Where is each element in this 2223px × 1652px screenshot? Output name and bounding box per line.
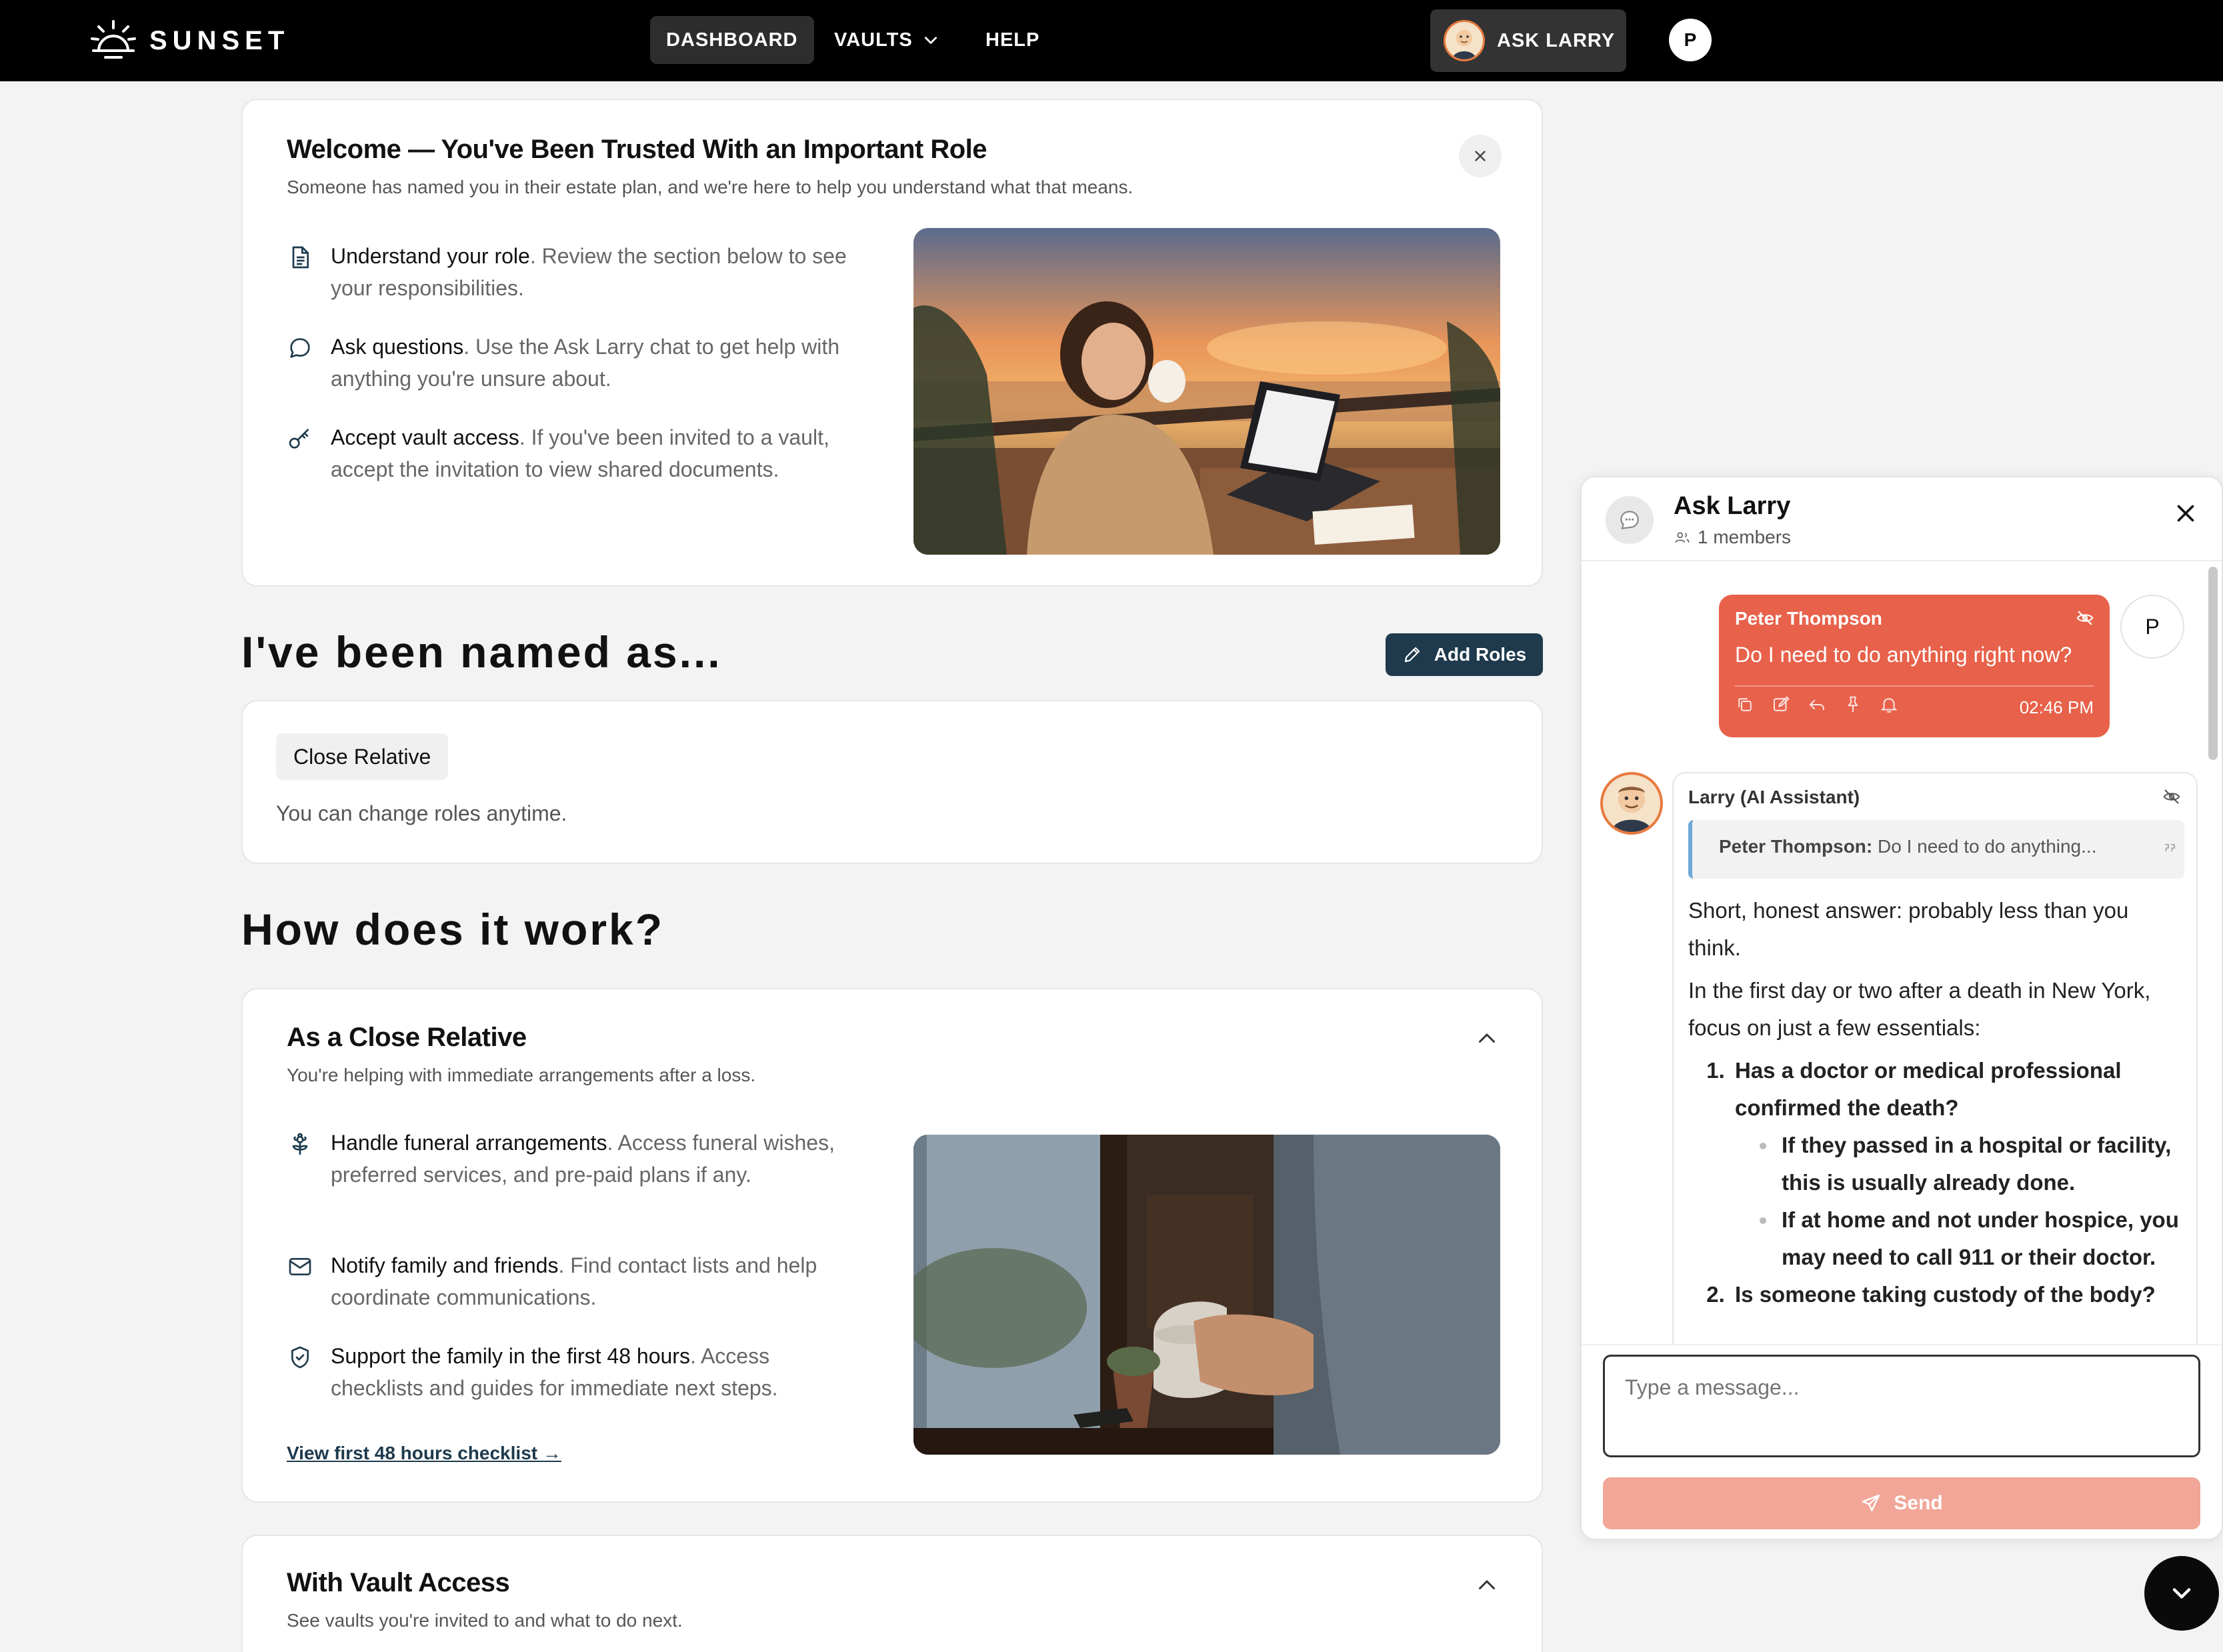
chat-header: Ask Larry 1 members xyxy=(1582,477,2222,561)
chat-scrollbar[interactable] xyxy=(2208,567,2218,760)
roles-note: You can change roles anytime. xyxy=(276,801,567,825)
key-icon xyxy=(289,429,309,449)
send-label: Send xyxy=(1894,1492,1943,1514)
relative-item-funeral: Handle funeral arrangements. Access fune… xyxy=(287,1127,860,1191)
vault-access-title: With Vault Access xyxy=(287,1568,510,1597)
relative-item-support: Support the family in the first 48 hours… xyxy=(287,1340,860,1404)
close-relative-title: As a Close Relative xyxy=(287,1023,527,1052)
welcome-photo-woman-laptop-sunset xyxy=(913,228,1500,555)
named-as-heading: I've been named as... xyxy=(241,627,722,677)
add-roles-label: Add Roles xyxy=(1434,644,1527,665)
eye-off-icon[interactable] xyxy=(2075,608,2095,628)
larry-avatar-icon xyxy=(1600,772,1663,835)
chat-members-count[interactable]: 1 members xyxy=(1674,527,1791,548)
document-icon xyxy=(292,246,309,269)
nav-vaults[interactable]: VAULTS xyxy=(818,16,955,64)
chevron-up-icon[interactable] xyxy=(1475,1027,1499,1051)
larry-avatar-icon xyxy=(1444,20,1485,61)
close-chat-icon[interactable] xyxy=(2174,501,2198,525)
close-welcome-button[interactable] xyxy=(1459,135,1502,177)
roles-card: Close Relative You can change roles anyt… xyxy=(241,700,1543,864)
collapse-chat-button[interactable] xyxy=(2144,1556,2219,1631)
pencil-icon xyxy=(1404,647,1420,663)
relative-item-text: Support the family in the first 48 hours… xyxy=(331,1344,778,1400)
flower-icon xyxy=(292,1133,308,1155)
chat-bubble-icon xyxy=(290,338,310,358)
sun-logo-icon xyxy=(91,20,136,59)
message-author: Larry (AI Assistant) xyxy=(1688,787,1860,807)
message-divider xyxy=(1735,685,2094,687)
chat-group-icon xyxy=(1606,496,1654,544)
first-48-hours-checklist-link[interactable]: View first 48 hours checklist → xyxy=(287,1443,561,1464)
close-icon xyxy=(1475,151,1486,161)
chevron-down-icon xyxy=(924,37,937,44)
quoted-message[interactable]: Peter Thompson: Do I need to do anything… xyxy=(1688,820,2184,879)
nav-dashboard[interactable]: DASHBOARD xyxy=(650,16,814,64)
bell-icon[interactable] xyxy=(1879,695,1899,715)
brand-logo[interactable]: SUNSET xyxy=(89,17,289,64)
relative-item-text: Handle funeral arrangements. Access fune… xyxy=(331,1131,835,1187)
user-avatar: P xyxy=(2120,595,2184,659)
welcome-card: Welcome — You've Been Trusted With an Im… xyxy=(241,99,1543,587)
relative-photo-hands-mug-window xyxy=(913,1135,1500,1455)
nav-vaults-label: VAULTS xyxy=(834,29,913,51)
message-tools xyxy=(1735,695,1899,715)
ask-larry-label: ASK LARRY xyxy=(1497,29,1616,51)
message-author: Peter Thompson xyxy=(1735,608,1882,629)
ask-larry-button[interactable]: ASK LARRY xyxy=(1430,9,1626,72)
welcome-item-accept-vault: Accept vault access. If you've been invi… xyxy=(287,421,860,485)
mail-icon xyxy=(289,1258,311,1275)
eye-off-icon[interactable] xyxy=(2162,787,2182,807)
how-it-works-heading: How does it work? xyxy=(241,905,665,954)
welcome-item-text: Accept vault access. If you've been invi… xyxy=(331,425,829,481)
welcome-item-text: Understand your role. Review the section… xyxy=(331,244,847,300)
add-roles-button[interactable]: Add Roles xyxy=(1386,633,1543,676)
welcome-item-ask-questions: Ask questions. Use the Ask Larry chat to… xyxy=(287,331,860,395)
brand-name: SUNSET xyxy=(149,25,290,55)
message-text: Do I need to do anything right now? xyxy=(1735,643,2072,667)
chat-composer: Send xyxy=(1582,1344,2222,1539)
user-avatar[interactable]: P xyxy=(1669,19,1712,61)
chat-title: Ask Larry xyxy=(1674,492,1791,520)
nav-help[interactable]: HELP xyxy=(969,16,1055,64)
welcome-item-understand-role: Understand your role. Review the section… xyxy=(287,240,860,304)
ask-larry-chat-panel: Ask Larry 1 members Peter Thompson Do I … xyxy=(1580,476,2223,1540)
chevron-down-icon xyxy=(2172,1588,2191,1599)
copy-icon[interactable] xyxy=(1735,695,1755,715)
welcome-item-text: Ask questions. Use the Ask Larry chat to… xyxy=(331,335,840,391)
vault-access-subtitle: See vaults you're invited to and what to… xyxy=(287,1610,683,1631)
welcome-subtitle: Someone has named you in their estate pl… xyxy=(287,177,1134,197)
welcome-title: Welcome — You've Been Trusted With an Im… xyxy=(287,135,987,164)
chevron-up-icon[interactable] xyxy=(1475,1573,1499,1597)
relative-item-text: Notify family and friends. Find contact … xyxy=(331,1253,817,1309)
send-icon xyxy=(1862,1494,1880,1511)
relative-item-notify: Notify family and friends. Find contact … xyxy=(287,1249,860,1313)
assistant-message-text: Short, honest answer: probably less than… xyxy=(1688,892,2184,1313)
role-chip-close-relative[interactable]: Close Relative xyxy=(276,733,449,780)
message-input[interactable] xyxy=(1603,1355,2200,1457)
quote-mark-icon xyxy=(2165,844,2175,852)
users-icon xyxy=(1675,532,1690,543)
vault-access-card: With Vault Access See vaults you're invi… xyxy=(241,1535,1543,1652)
reply-icon[interactable] xyxy=(1807,695,1827,715)
send-button[interactable]: Send xyxy=(1603,1477,2200,1529)
edit-icon[interactable] xyxy=(1771,695,1791,715)
user-message-bubble: Peter Thompson Do I need to do anything … xyxy=(1719,595,2110,737)
message-time: 02:46 PM xyxy=(2019,697,2094,717)
top-navigation-bar: SUNSET DASHBOARD VAULTS HELP ASK LARRY P xyxy=(0,0,2223,81)
pin-icon[interactable] xyxy=(1843,695,1863,715)
close-relative-subtitle: You're helping with immediate arrangemen… xyxy=(287,1065,756,1085)
close-relative-card: As a Close Relative You're helping with … xyxy=(241,988,1543,1503)
shield-check-icon xyxy=(291,1346,309,1369)
